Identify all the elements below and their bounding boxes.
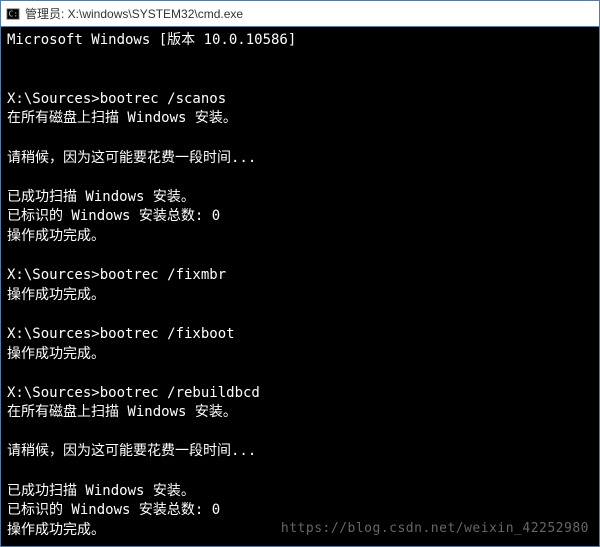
cmd-window: C: 管理员: X:\windows\SYSTEM32\cmd.exe Micr… <box>0 0 600 547</box>
command-text: bootrec /fixmbr <box>100 267 226 283</box>
output-line: 在所有磁盘上扫描 Windows 安装。 <box>7 109 593 129</box>
command-line: X:\Sources>bootrec /fixboot <box>7 325 593 345</box>
output-line: 已成功扫描 Windows 安装。 <box>7 482 593 502</box>
blank-line <box>7 247 593 267</box>
output-line <box>7 423 593 443</box>
blank-line <box>7 364 593 384</box>
output-line: 操作成功完成。 <box>7 227 593 247</box>
output-line: 操作成功完成。 <box>7 286 593 306</box>
command-text: bootrec /rebuildbcd <box>100 385 260 401</box>
titlebar[interactable]: C: 管理员: X:\windows\SYSTEM32\cmd.exe <box>1 1 599 27</box>
output-line: 请稍候，因为这可能要花费一段时间... <box>7 442 593 462</box>
blank-line <box>7 540 593 546</box>
command-text: bootrec /fixboot <box>100 326 235 342</box>
output-line: 操作成功完成。 <box>7 345 593 365</box>
window-title: 管理员: X:\windows\SYSTEM32\cmd.exe <box>25 5 243 22</box>
command-line: X:\Sources>bootrec /rebuildbcd <box>7 384 593 404</box>
command-line: X:\Sources>bootrec /fixmbr <box>7 266 593 286</box>
output-line: 已标识的 Windows 安装总数: 0 <box>7 501 593 521</box>
output-line <box>7 462 593 482</box>
blank-line <box>7 51 593 71</box>
output-line: 请稍候，因为这可能要花费一段时间... <box>7 149 593 169</box>
blank-line <box>7 305 593 325</box>
output-line: 已标识的 Windows 安装总数: 0 <box>7 207 593 227</box>
output-line <box>7 129 593 149</box>
prompt: X:\Sources> <box>7 326 100 342</box>
prompt: X:\Sources> <box>7 385 100 401</box>
output-line: 在所有磁盘上扫描 Windows 安装。 <box>7 403 593 423</box>
terminal-body[interactable]: Microsoft Windows [版本 10.0.10586] X:\Sou… <box>1 27 599 546</box>
watermark: https://blog.csdn.net/weixin_42252980 <box>281 520 589 538</box>
command-line: X:\Sources>bootrec /scanos <box>7 90 593 110</box>
prompt: X:\Sources> <box>7 91 100 107</box>
terminal-header: Microsoft Windows [版本 10.0.10586] <box>7 31 593 51</box>
output-line: 已成功扫描 Windows 安装。 <box>7 188 593 208</box>
output-line <box>7 168 593 188</box>
blank-line <box>7 70 593 90</box>
command-text: bootrec /scanos <box>100 91 226 107</box>
cmd-icon: C: <box>5 6 21 22</box>
prompt: X:\Sources> <box>7 267 100 283</box>
svg-text:C:: C: <box>9 9 18 18</box>
